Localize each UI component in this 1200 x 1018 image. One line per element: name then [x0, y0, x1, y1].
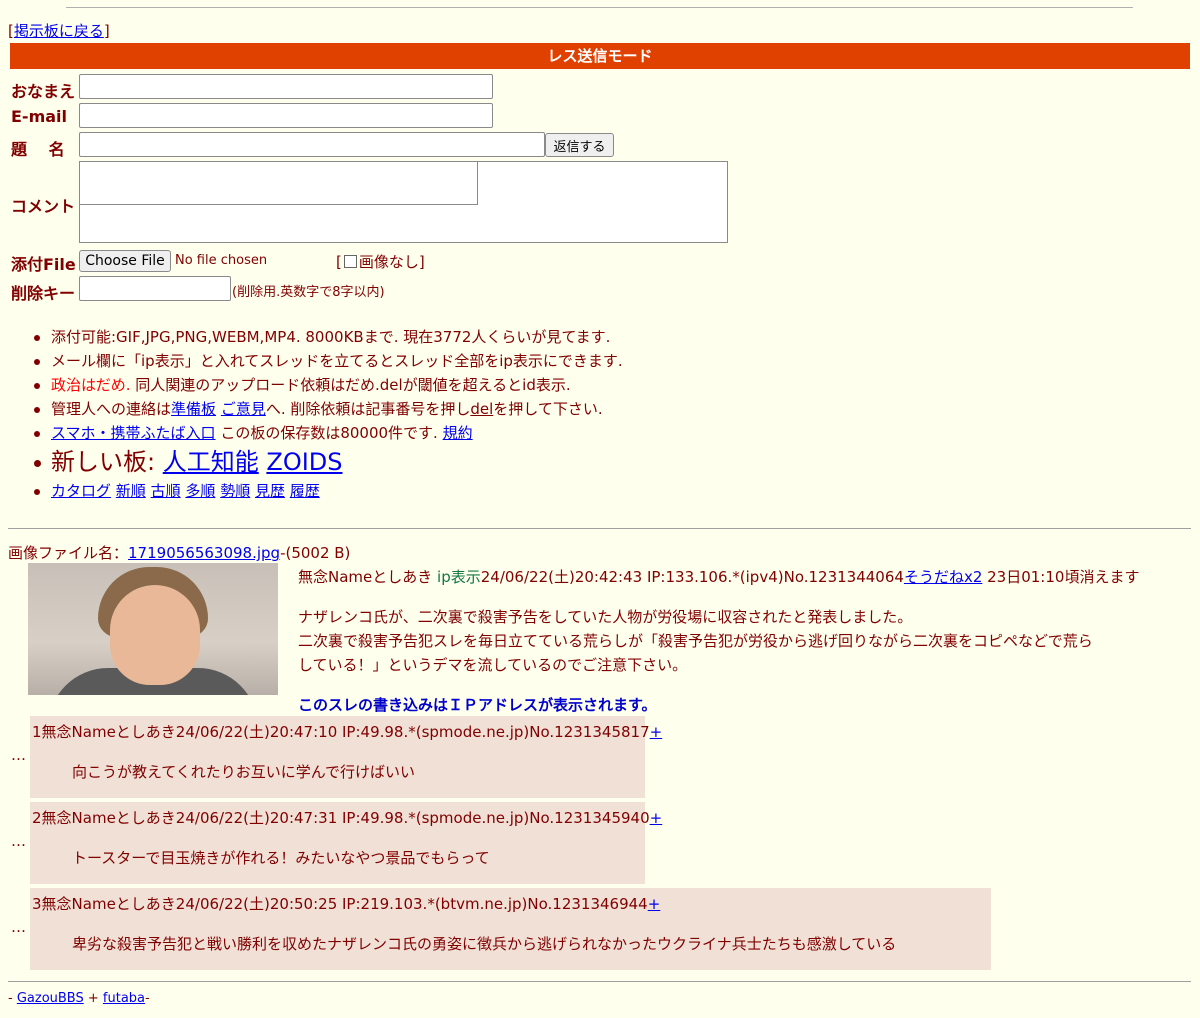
expire-text: 23日01:10頃消えます	[982, 568, 1140, 586]
rule-item-new-boards: 新しい板: 人工知能 ZOIDS	[34, 445, 623, 479]
image-file-link[interactable]: 1719056563098.jpg	[128, 544, 280, 562]
terms-link[interactable]: 規約	[443, 424, 473, 442]
reply-mode-banner: レス送信モード	[10, 43, 1190, 69]
zoids-board-link[interactable]: ZOIDS	[266, 448, 342, 476]
rule-item: メール欄に「ip表示」と入れてスレッドを立てるとスレッド全部をip表示にできます…	[34, 349, 623, 373]
no-file-text: No file chosen	[175, 253, 268, 268]
view-history-link[interactable]: 見歴	[255, 482, 285, 500]
reply-header: 1無念Nameとしあき24/06/22(土)20:47:10 IP:49.98.…	[32, 723, 663, 741]
subject-input[interactable]	[79, 132, 545, 157]
reply-ellipsis: …	[11, 832, 26, 850]
reply-plus-link[interactable]: +	[650, 723, 663, 741]
reply-plus-link[interactable]: +	[648, 895, 661, 913]
board-rules-list: 添付可能:GIF,JPG,PNG,WEBM,MP4. 8000KBまで. 現在3…	[34, 325, 623, 503]
name-input[interactable]	[79, 74, 493, 99]
mobile-entry-link[interactable]: スマホ・携帯ふたば入口	[51, 424, 216, 442]
sodane-button[interactable]: そうだねx2	[904, 568, 982, 586]
gazoubbs-link[interactable]: GazouBBS	[17, 991, 84, 1006]
rule-item: 添付可能:GIF,JPG,PNG,WEBM,MP4. 8000KBまで. 現在3…	[34, 325, 623, 349]
delete-key-input[interactable]	[79, 276, 231, 301]
email-input[interactable]	[79, 103, 493, 128]
ai-board-link[interactable]: 人工知能	[163, 448, 259, 476]
op-name: 無念Nameとしあき	[298, 568, 433, 586]
comment-label: コメント	[11, 197, 76, 216]
sort-momentum-link[interactable]: 勢順	[220, 482, 250, 500]
back-to-board-link[interactable]: 掲示板に戻る	[14, 22, 104, 40]
feedback-link[interactable]: ご意見	[221, 400, 266, 418]
reply-submit-button[interactable]: 返信する	[545, 133, 614, 157]
sort-new-link[interactable]: 新順	[116, 482, 146, 500]
file-info: 画像ファイル名：1719056563098.jpg-(5002 B)	[8, 544, 351, 562]
rule-item-nav: カタログ 新順 古順 多順 勢順 見歴 履歴	[34, 479, 623, 503]
reply-body: トースターで目玉焼きが作れる！みたいなやつ景品でもらって	[72, 849, 490, 867]
footer: - GazouBBS + futaba-	[8, 991, 150, 1006]
choose-file-button[interactable]: Choose File	[79, 250, 171, 272]
reply-ellipsis: …	[11, 918, 26, 936]
reply-plus-link[interactable]: +	[650, 809, 663, 827]
no-image-checkbox[interactable]	[343, 255, 357, 268]
post-history-link[interactable]: 履歴	[290, 482, 320, 500]
ip-display-tag: ip表示	[437, 568, 481, 586]
delete-key-label: 削除キー	[11, 284, 76, 303]
reply-body: 向こうが教えてくれたりお互いに学んで行けばいい	[72, 763, 416, 781]
del-word: del	[470, 400, 494, 418]
no-image-option: [画像なし]	[336, 253, 425, 271]
reply-post: 1無念Nameとしあき24/06/22(土)20:47:10 IP:49.98.…	[30, 716, 662, 798]
reply-body: 卑劣な殺害予告犯と戦い勝利を収めたナザレンコ氏の勇姿に徴兵から逃げられなかったウ…	[72, 935, 897, 953]
reply-post: 2無念Nameとしあき24/06/22(土)20:47:31 IP:49.98.…	[30, 802, 662, 884]
ip-notice: このスレの書き込みはＩＰアドレスが表示されます。	[298, 696, 657, 714]
prep-board-link[interactable]: 準備板	[171, 400, 216, 418]
op-header: 無念Nameとしあき ip表示24/06/22(土)20:42:43 IP:13…	[298, 566, 1139, 587]
reply-header: 3無念Nameとしあき24/06/22(土)20:50:25 IP:219.10…	[32, 895, 661, 913]
rule-item: 管理人への連絡は準備板 ご意見へ. 削除依頼は記事番号を押しdelを押して下さい…	[34, 397, 623, 421]
op-body: ナザレンコ氏が、二次裏で殺害予告をしていた人物が労役場に収容されたと発表しました…	[298, 608, 1093, 674]
email-label: E-mail	[11, 107, 68, 126]
sort-many-link[interactable]: 多順	[185, 482, 215, 500]
rule-item: スマホ・携帯ふたば入口 この板の保存数は80000件です. 規約	[34, 421, 623, 445]
sort-old-link[interactable]: 古順	[151, 482, 181, 500]
thread-divider	[8, 528, 1191, 529]
name-label: おなまえ	[11, 82, 76, 101]
rule-item: 政治はだめ. 同人関連のアップロード依頼はだめ.delが閾値を超えるとid表示.	[34, 373, 623, 397]
delete-key-note: (削除用.英数字で8字以内)	[232, 285, 385, 300]
file-label: 添付File	[11, 255, 76, 274]
footer-divider	[8, 981, 1191, 982]
subject-label: 題 名	[11, 140, 65, 159]
futaba-link[interactable]: futaba	[103, 991, 145, 1006]
reply-ellipsis: …	[11, 746, 26, 764]
thread-image-thumbnail[interactable]	[28, 563, 278, 695]
top-divider	[66, 7, 1133, 8]
reply-header: 2無念Nameとしあき24/06/22(土)20:47:31 IP:49.98.…	[32, 809, 663, 827]
op-meta: 24/06/22(土)20:42:43 IP:133.106.*(ipv4)No…	[480, 568, 904, 586]
reply-post: 3無念Nameとしあき24/06/22(土)20:50:25 IP:219.10…	[30, 888, 991, 970]
catalog-link[interactable]: カタログ	[51, 482, 111, 500]
comment-textarea-inner	[79, 161, 478, 205]
back-link-wrapper: [掲示板に戻る]	[8, 22, 110, 40]
